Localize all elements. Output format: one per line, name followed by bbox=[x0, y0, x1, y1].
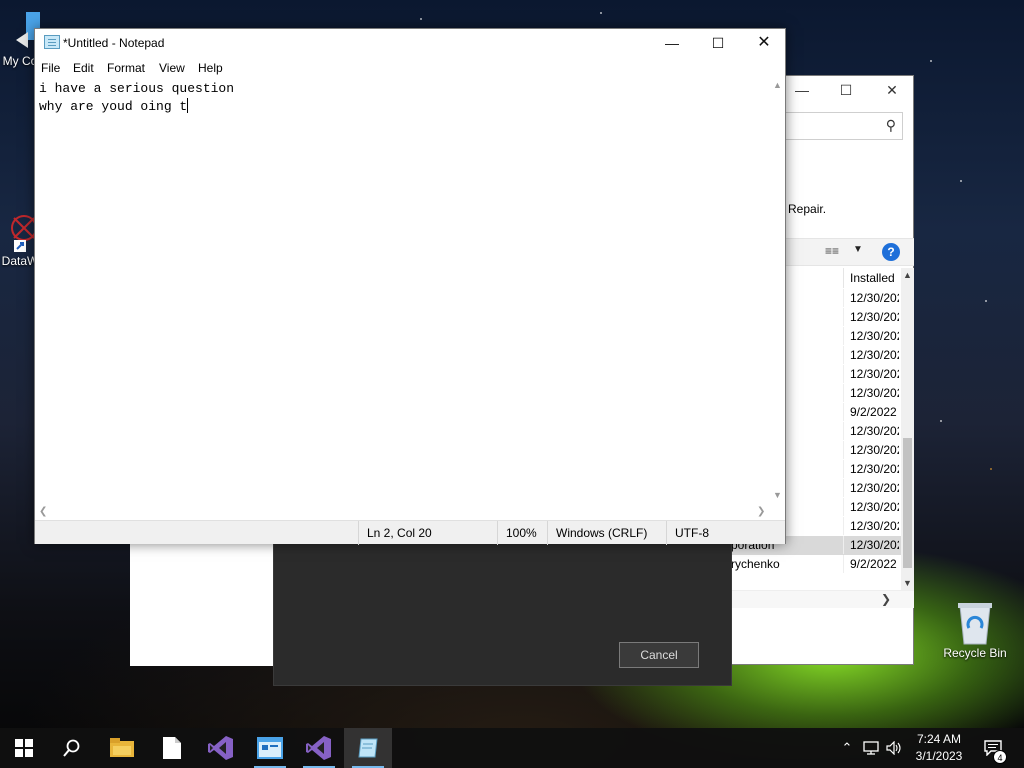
notepad-file-icon bbox=[163, 737, 181, 759]
row-installed-date: 9/2/2022 bbox=[843, 403, 899, 421]
programs-toolbar: ≡≡ ▼ ? bbox=[781, 238, 914, 266]
taskbar: ⌃ 7:24 AM 3/1/2023 4 bbox=[0, 728, 1024, 768]
menu-format[interactable]: Format bbox=[107, 61, 145, 75]
maximize-button[interactable]: ☐ bbox=[831, 82, 861, 99]
notepad-icon bbox=[358, 738, 378, 758]
app-window-icon bbox=[257, 737, 283, 759]
status-line-endings: Windows (CRLF) bbox=[547, 521, 666, 545]
text-line-2: why are youd oing t bbox=[39, 99, 188, 114]
taskbar-notepad[interactable] bbox=[344, 728, 392, 768]
menu-view[interactable]: View bbox=[159, 61, 185, 75]
row-installed-date: 9/2/2022 bbox=[843, 555, 899, 573]
scroll-right-icon[interactable]: ❯ bbox=[757, 506, 765, 517]
status-bar: Ln 2, Col 20 100% Windows (CRLF) UTF-8 bbox=[35, 520, 785, 545]
row-installed-date: 12/30/202 bbox=[843, 498, 899, 516]
vertical-scrollbar[interactable]: ▲ ▼ bbox=[901, 268, 914, 591]
row-installed-date: 12/30/202 bbox=[843, 346, 899, 364]
text-caret bbox=[187, 98, 189, 113]
minimize-button[interactable]: — bbox=[649, 29, 695, 57]
clock[interactable]: 7:24 AM 3/1/2023 bbox=[908, 731, 970, 765]
network-button[interactable] bbox=[861, 728, 881, 768]
menu-help[interactable]: Help bbox=[198, 61, 223, 75]
row-installed-date: 12/30/202 bbox=[843, 327, 899, 345]
desktop-icon-label: My Co bbox=[2, 54, 38, 68]
menu-bar: File Edit Format View Help bbox=[35, 59, 785, 78]
background-window bbox=[130, 543, 274, 666]
desktop-icon-recycle-bin[interactable]: Recycle Bin bbox=[940, 600, 1010, 660]
close-button[interactable]: ✕ bbox=[877, 82, 907, 99]
search-icon: ⚲ bbox=[885, 117, 896, 133]
chevron-down-icon[interactable]: ▼ bbox=[853, 244, 863, 255]
taskbar-visual-studio[interactable] bbox=[197, 728, 245, 768]
volume-button[interactable] bbox=[884, 728, 904, 768]
title-bar[interactable]: *Untitled - Notepad — ☐ ✕ bbox=[35, 29, 785, 59]
scroll-down-icon[interactable]: ▼ bbox=[901, 578, 914, 588]
window-title: *Untitled - Notepad bbox=[63, 36, 165, 50]
start-button[interactable] bbox=[0, 728, 48, 768]
status-encoding: UTF-8 bbox=[666, 521, 785, 545]
clock-time: 7:24 AM bbox=[916, 732, 962, 746]
text-line-1: i have a serious question bbox=[39, 81, 235, 96]
desktop-icon-label: DataW bbox=[1, 254, 39, 268]
search-icon bbox=[63, 739, 80, 757]
search-input[interactable]: ⚲ bbox=[781, 112, 903, 140]
taskbar-file[interactable] bbox=[148, 728, 196, 768]
cancel-button[interactable]: Cancel bbox=[619, 642, 699, 668]
visual-studio-icon-2 bbox=[306, 736, 331, 760]
view-options-icon[interactable]: ≡≡ bbox=[825, 244, 839, 258]
start-icon bbox=[15, 739, 33, 757]
notification-count-badge: 4 bbox=[993, 750, 1007, 764]
scroll-left-icon[interactable]: ❮ bbox=[39, 506, 47, 517]
close-button[interactable]: ✕ bbox=[741, 29, 787, 57]
notepad-window[interactable]: *Untitled - Notepad — ☐ ✕ File Edit Form… bbox=[34, 28, 786, 545]
table-row[interactable]: rychenko 9/2/2022 bbox=[731, 555, 901, 574]
taskbar-file-explorer[interactable] bbox=[98, 728, 146, 768]
taskbar-visual-studio-2[interactable] bbox=[295, 728, 343, 768]
column-header-installed[interactable]: Installed bbox=[843, 268, 901, 288]
show-hidden-icons-button[interactable]: ⌃ bbox=[838, 728, 856, 768]
menu-edit[interactable]: Edit bbox=[73, 61, 94, 75]
scroll-right-icon[interactable]: ❯ bbox=[881, 592, 891, 606]
vertical-scrollbar[interactable]: ▲ ▼ bbox=[771, 78, 785, 504]
chevron-up-icon: ⌃ bbox=[841, 740, 853, 755]
row-installed-date: 12/30/202 bbox=[843, 441, 899, 459]
taskbar-app-window[interactable] bbox=[246, 728, 294, 768]
visual-studio-icon bbox=[208, 736, 233, 760]
search-button[interactable] bbox=[48, 728, 96, 768]
status-zoom: 100% bbox=[497, 521, 547, 545]
status-cursor-position: Ln 2, Col 20 bbox=[358, 521, 497, 545]
scroll-down-icon[interactable]: ▼ bbox=[773, 490, 782, 500]
row-installed-date: 12/30/202 bbox=[843, 479, 899, 497]
clock-date: 3/1/2023 bbox=[915, 749, 963, 763]
maximize-button[interactable]: ☐ bbox=[695, 29, 741, 57]
notepad-icon bbox=[44, 35, 60, 49]
horizontal-scrollbar[interactable]: ❯ bbox=[731, 590, 914, 608]
scroll-up-icon[interactable]: ▲ bbox=[901, 270, 914, 280]
speaker-icon bbox=[886, 741, 901, 755]
horizontal-scrollbar[interactable]: ❮ ❯ bbox=[35, 504, 771, 520]
row-installed-date: 12/30/202 bbox=[843, 517, 899, 535]
minimize-button[interactable]: — bbox=[787, 82, 817, 98]
row-installed-date: 12/30/202 bbox=[843, 308, 899, 326]
row-installed-date: 12/30/202 bbox=[843, 422, 899, 440]
dialog-window: Cancel bbox=[273, 543, 732, 686]
recycle-bin-icon bbox=[958, 603, 992, 645]
row-installed-date: 12/30/202 bbox=[843, 536, 899, 554]
row-publisher: rychenko bbox=[731, 557, 780, 571]
network-icon bbox=[863, 741, 879, 755]
help-button[interactable]: ? bbox=[882, 243, 900, 261]
row-installed-date: 12/30/202 bbox=[843, 384, 899, 402]
repair-text: Repair. bbox=[788, 202, 827, 216]
row-installed-date: 12/30/202 bbox=[843, 289, 899, 307]
row-installed-date: 12/30/202 bbox=[843, 365, 899, 383]
row-installed-date: 12/30/202 bbox=[843, 460, 899, 478]
scroll-up-icon[interactable]: ▲ bbox=[773, 80, 782, 90]
text-editor[interactable]: i have a serious question why are youd o… bbox=[35, 78, 771, 504]
scroll-thumb[interactable] bbox=[903, 438, 912, 568]
file-explorer-icon bbox=[110, 738, 134, 757]
desktop-icon-label: Recycle Bin bbox=[943, 646, 1007, 660]
menu-file[interactable]: File bbox=[41, 61, 60, 75]
